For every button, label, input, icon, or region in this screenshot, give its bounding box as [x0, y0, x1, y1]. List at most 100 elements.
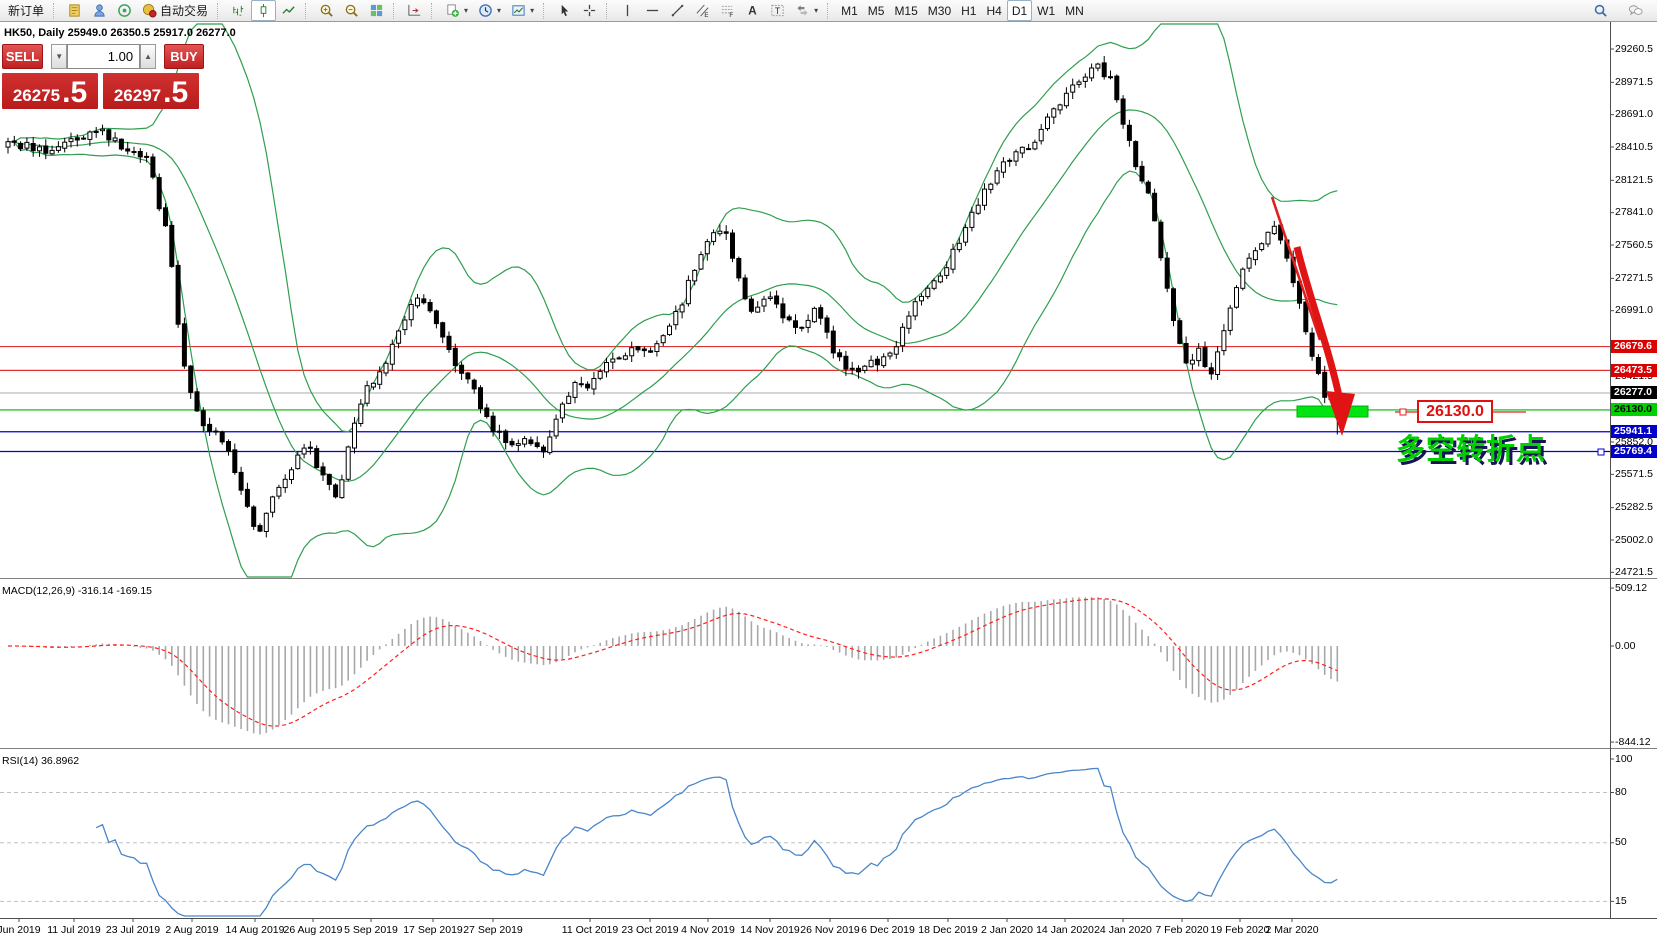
tf-h1-button[interactable]: H1	[956, 0, 981, 21]
tf-m30-button-label: M30	[927, 3, 952, 18]
label-button-icon: T	[771, 4, 784, 17]
buy-price-main: 26297	[113, 86, 162, 105]
tf-m30-button[interactable]: M30	[923, 0, 956, 21]
data-window-icon	[94, 4, 105, 17]
new-chart-button[interactable]: ▾	[440, 0, 473, 21]
toolbar-separator	[431, 2, 436, 19]
tf-w1-button[interactable]: W1	[1032, 0, 1060, 21]
one-click-trading-panel: SELL ▼ 1.00 ▲ BUY 26275 .5 26297 .5	[2, 44, 204, 109]
toolbar-left: 新订单 自动交易 ▾ ▾ ▾ E F A T ▾ M1 M5 M15 M30 H1 H4 D1 W1 MN	[3, 0, 1089, 21]
chevron-down-icon[interactable]: ▾	[464, 6, 468, 15]
data-window-icon[interactable]	[87, 0, 112, 21]
tf-m15-button[interactable]: M15	[889, 0, 922, 21]
toolbar-right	[1588, 0, 1654, 21]
candlestick-button[interactable]	[251, 0, 277, 21]
volume-increase-button[interactable]: ▲	[140, 44, 156, 69]
crosshair-button-icon	[583, 4, 596, 17]
bar-chart-button[interactable]	[226, 0, 251, 21]
new-order-button[interactable]: 新订单	[3, 0, 49, 21]
timeframes-button[interactable]: ▾	[473, 0, 506, 21]
vertical-line-button-icon	[626, 4, 629, 17]
trading-app-window: 新订单 自动交易 ▾ ▾ ▾ E F A T ▾ M1 M5 M15 M30 H1 H4 D1 W1 MN 2926…	[0, 0, 1657, 944]
toolbar-separator	[827, 2, 832, 19]
horizontal-line-button[interactable]	[640, 0, 665, 21]
shapes-button[interactable]: ▾	[790, 0, 823, 21]
buy-price-box[interactable]: 26297 .5	[103, 73, 199, 109]
chevron-down-icon[interactable]: ▾	[530, 6, 534, 15]
trend-line-annotation[interactable]	[1270, 196, 1322, 341]
sell-price-main: 26275	[12, 86, 61, 105]
tile-windows-button[interactable]	[364, 0, 389, 21]
chart-title: HK50, Daily 25949.0 26350.5 25917.0 2627…	[4, 27, 236, 39]
toolbar: 新订单 自动交易 ▾ ▾ ▾ E F A T ▾ M1 M5 M15 M30 H1 H4 D1 W1 MN	[0, 0, 1657, 22]
svg-text:E: E	[704, 12, 708, 18]
chevron-down-icon[interactable]: ▾	[497, 6, 501, 15]
bar-chart-button-icon	[233, 5, 244, 16]
search-icon[interactable]	[1588, 0, 1613, 21]
autotrading-button-icon	[142, 3, 157, 18]
templates-button-icon	[512, 5, 525, 16]
volume-decrease-button[interactable]: ▼	[51, 44, 68, 69]
macd-indicator-label: MACD(12,26,9) -316.14 -169.15	[2, 585, 152, 597]
support-price-label[interactable]: 26130.0	[1417, 400, 1493, 423]
tf-h4-button[interactable]: H4	[981, 0, 1006, 21]
toolbar-separator	[393, 2, 398, 19]
sell-price-box[interactable]: 26275 .5	[2, 73, 98, 109]
candlestick-button-icon	[260, 3, 267, 18]
toolbar-separator	[217, 2, 222, 19]
cursor-button[interactable]	[552, 0, 577, 21]
macd-histogram	[13, 597, 1339, 735]
zoom-out-button-icon	[345, 4, 358, 17]
buy-button[interactable]: BUY	[163, 44, 204, 69]
channel-button[interactable]: E	[690, 0, 715, 21]
tf-h1-button-label: H1	[961, 3, 977, 18]
tf-m5-button[interactable]: M5	[863, 0, 890, 21]
horizontal-line-button-icon	[646, 9, 659, 12]
zoom-in-button-icon	[320, 4, 333, 17]
line-chart-button-icon	[282, 6, 295, 14]
new-order-button-label: 新订单	[8, 4, 45, 18]
tf-d1-button[interactable]: D1	[1006, 0, 1033, 21]
signals-icon[interactable]	[112, 0, 137, 21]
search-icon	[1594, 4, 1607, 17]
line-chart-button[interactable]	[276, 0, 301, 21]
trendline-button-icon	[671, 4, 684, 17]
text-button-icon: A	[748, 5, 757, 18]
autotrading-button-label: 自动交易	[160, 4, 209, 18]
shapes-button-icon	[797, 5, 808, 16]
label-button[interactable]: T	[765, 0, 790, 21]
market-watch-icon[interactable]	[62, 0, 87, 21]
tf-m1-button[interactable]: M1	[836, 0, 863, 21]
svg-text:F: F	[729, 12, 733, 18]
line-handle	[1597, 448, 1605, 456]
svg-text:A: A	[748, 5, 757, 18]
toolbar-separator	[543, 2, 548, 19]
chat-icon[interactable]	[1623, 0, 1648, 21]
tf-m5-button-label: M5	[867, 3, 885, 18]
volume-input[interactable]: 1.00	[67, 44, 141, 69]
market-watch-icon	[69, 4, 80, 17]
sell-button[interactable]: SELL	[2, 44, 43, 69]
toolbar-separator	[53, 2, 58, 19]
rsi-indicator-label: RSI(14) 36.8962	[2, 755, 80, 767]
vertical-line-button[interactable]	[615, 0, 640, 21]
tf-mn-button[interactable]: MN	[1060, 0, 1089, 21]
candlestick-series	[5, 56, 1340, 538]
zoom-out-button[interactable]	[339, 0, 364, 21]
cursor-button-icon	[561, 4, 569, 17]
text-button[interactable]: A	[740, 0, 765, 21]
templates-button[interactable]: ▾	[506, 0, 539, 21]
trendline-button[interactable]	[665, 0, 690, 21]
tf-h4-button-label: H4	[986, 3, 1002, 18]
tf-w1-button-label: W1	[1037, 3, 1056, 18]
zoom-in-button[interactable]	[314, 0, 339, 21]
fibonacci-button[interactable]: F	[715, 0, 740, 21]
turning-point-annotation[interactable]: 多空转折点	[1396, 426, 1546, 468]
auto-scroll-button[interactable]	[402, 0, 427, 21]
chart-canvas[interactable]	[0, 0, 1657, 944]
svg-text:T: T	[775, 6, 781, 16]
chevron-down-icon[interactable]: ▾	[814, 6, 818, 15]
autotrading-button[interactable]: 自动交易	[137, 0, 213, 21]
crosshair-button[interactable]	[577, 0, 602, 21]
auto-scroll-button-icon	[408, 4, 421, 16]
